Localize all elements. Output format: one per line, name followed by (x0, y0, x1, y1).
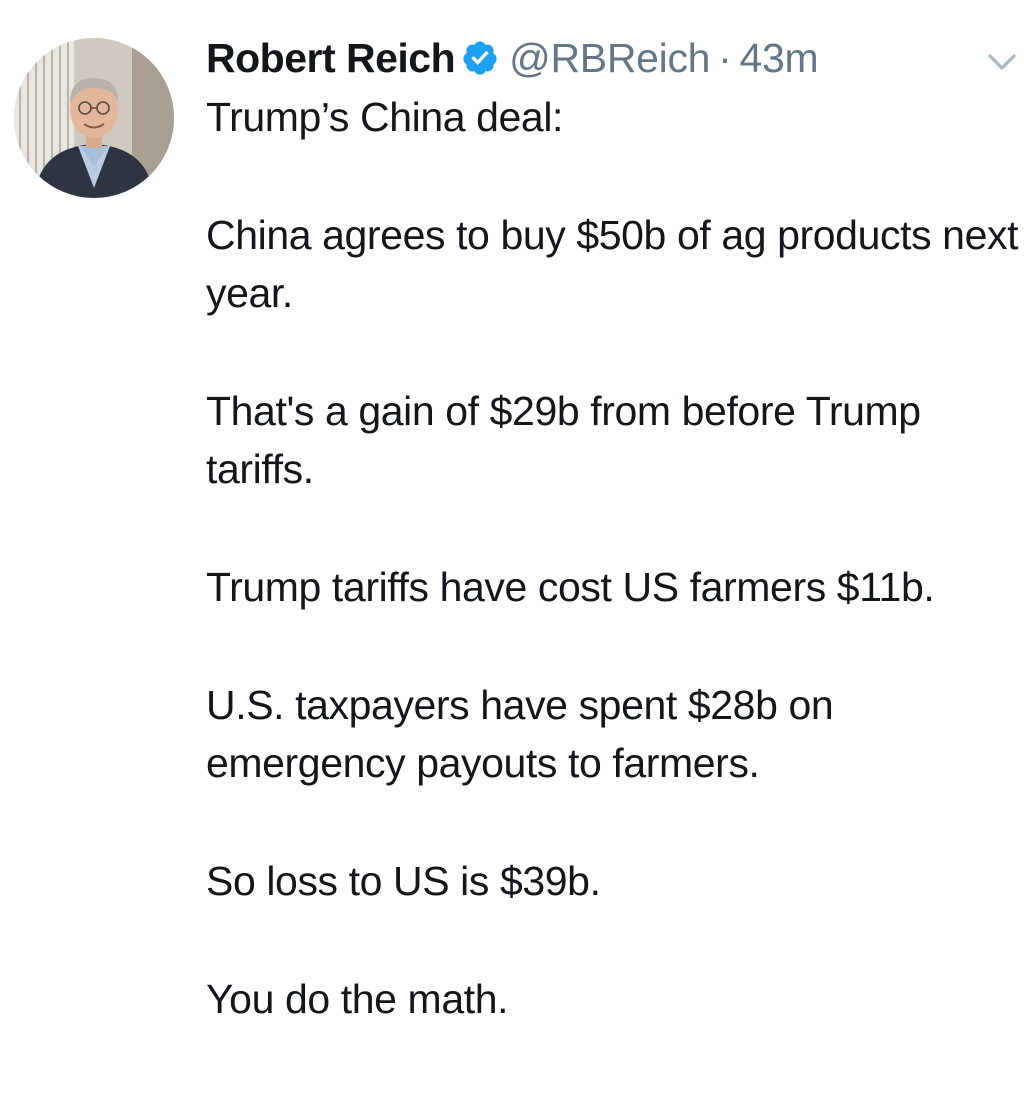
separator-dot: · (718, 34, 732, 81)
author-handle[interactable]: @RBReich (509, 35, 710, 82)
tweet-timestamp[interactable]: 43m (740, 35, 819, 82)
author-name[interactable]: Robert Reich (206, 35, 456, 82)
chevron-down-icon[interactable] (984, 48, 1020, 76)
tweet-paragraph: You do the math. (206, 976, 509, 1022)
tweet-paragraph: U.S. taxpayers have spent $28b on emerge… (206, 682, 834, 786)
avatar-photo (14, 38, 174, 198)
tweet-paragraph: Trump’s China deal: (206, 94, 564, 140)
avatar[interactable] (14, 38, 174, 198)
tweet-text: Trump’s China deal: China agrees to buy … (206, 88, 1022, 1088)
tweet-header: Robert Reich @RBReich · 43m (206, 30, 819, 86)
tweet-paragraph: Trump tariffs have cost US farmers $11b. (206, 564, 935, 610)
tweet-paragraph: China agrees to buy $50b of ag products … (206, 212, 1019, 316)
verified-badge-icon (461, 39, 499, 77)
tweet-paragraph: So loss to US is $39b. (206, 858, 601, 904)
tweet: Robert Reich @RBReich · 43m Trump’s Chin… (0, 0, 1032, 1104)
tweet-paragraph: That's a gain of $29b from before Trump … (206, 388, 921, 492)
